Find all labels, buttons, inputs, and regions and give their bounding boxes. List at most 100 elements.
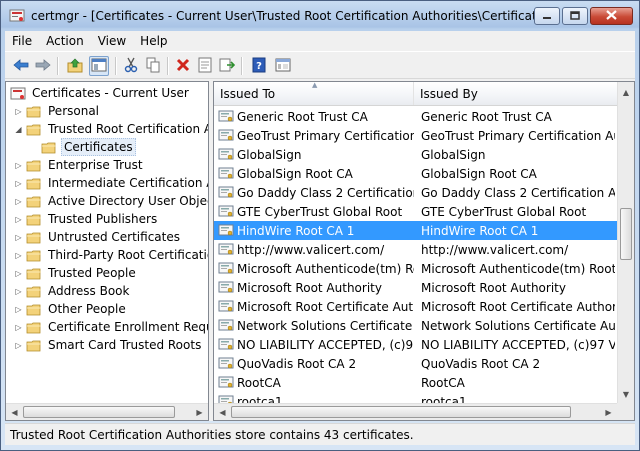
list-vertical-scrollbar[interactable]: ▲ ▼ bbox=[617, 82, 634, 404]
menu-bar: File Action View Help bbox=[5, 31, 635, 51]
window-title: certmgr - [Certificates - Current User\T… bbox=[31, 9, 555, 23]
list-hscroll-thumb[interactable] bbox=[231, 406, 571, 418]
certificate-row[interactable]: http://www.valicert.com/http://www.valic… bbox=[214, 240, 617, 259]
folder-icon bbox=[26, 195, 42, 208]
list-scroll-right-icon[interactable]: ▶ bbox=[600, 404, 617, 420]
expand-arrow-icon[interactable]: ▷ bbox=[14, 197, 23, 206]
cut-icon bbox=[123, 57, 139, 76]
expand-arrow-icon[interactable]: ▷ bbox=[14, 323, 23, 332]
scroll-right-icon[interactable]: ▶ bbox=[191, 404, 208, 420]
maximize-icon bbox=[570, 9, 580, 23]
certificate-row[interactable]: Generic Root Trust CA Generic Root Trust … bbox=[214, 107, 617, 126]
certificate-row[interactable]: GeoTrust Primary Certification ... GeoTru… bbox=[214, 126, 617, 145]
tree-item[interactable]: ▷ Untrusted Certificates bbox=[14, 228, 182, 246]
help-button[interactable]: ? bbox=[249, 56, 269, 76]
cut-button[interactable] bbox=[121, 56, 141, 76]
column-issued-to-label: Issued To bbox=[220, 87, 276, 101]
close-button[interactable] bbox=[590, 7, 633, 25]
tree-item-label: Certificate Enrollment Reques bbox=[48, 320, 208, 334]
back-button[interactable] bbox=[11, 56, 31, 76]
folder-icon bbox=[26, 339, 42, 352]
sort-ascending-icon: ▲ bbox=[312, 81, 318, 89]
certificate-row[interactable]: GTE CyberTrust Global Root GTE CyberTrust… bbox=[214, 202, 617, 221]
tree-item[interactable]: ▷ Third-Party Root Certification bbox=[14, 246, 208, 264]
export-list-icon bbox=[219, 57, 236, 76]
expand-arrow-icon[interactable]: ▷ bbox=[14, 305, 23, 314]
issued-to-text: Microsoft Root Certificate Auth... bbox=[237, 299, 414, 314]
collapse-arrow-icon[interactable]: ◢ bbox=[14, 125, 23, 134]
tree-root[interactable]: Certificates - Current User bbox=[10, 84, 191, 102]
certificate-list-pane: ▲ Issued To Issued By Generic Root Trust… bbox=[213, 81, 635, 421]
tree-item[interactable]: ▷ Enterprise Trust bbox=[14, 156, 145, 174]
menu-action[interactable]: Action bbox=[39, 34, 91, 48]
tree-item-label: Trusted Root Certification Au bbox=[48, 122, 208, 136]
tree-item[interactable]: ▷ Personal bbox=[14, 102, 101, 120]
certificate-row[interactable]: HindWire Root CA 1 HindWire Root CA 1 bbox=[214, 221, 617, 240]
tree-item[interactable]: ▷ Intermediate Certification Au bbox=[14, 174, 208, 192]
title-bar[interactable]: certmgr - [Certificates - Current User\T… bbox=[1, 1, 639, 31]
column-issued-to[interactable]: ▲ Issued To bbox=[214, 82, 414, 105]
properties-button[interactable] bbox=[195, 56, 215, 76]
mmc-view-button[interactable] bbox=[273, 56, 293, 76]
show-hide-tree-button[interactable] bbox=[89, 56, 109, 76]
tree-item[interactable]: ▷ Smart Card Trusted Roots bbox=[14, 336, 203, 354]
menu-help[interactable]: Help bbox=[133, 34, 174, 48]
expand-arrow-icon[interactable]: ▷ bbox=[14, 107, 23, 116]
tree-item[interactable]: ▷ Other People bbox=[14, 300, 128, 318]
properties-icon bbox=[197, 57, 213, 76]
expand-arrow-icon[interactable]: ▷ bbox=[14, 341, 23, 350]
expand-arrow-icon[interactable]: ▷ bbox=[14, 269, 23, 278]
certificate-row[interactable]: GlobalSign GlobalSign bbox=[214, 145, 617, 164]
menu-view[interactable]: View bbox=[91, 34, 133, 48]
up-one-level-button[interactable] bbox=[65, 56, 85, 76]
list-scroll-left-icon[interactable]: ◀ bbox=[214, 404, 231, 420]
minimize-button[interactable] bbox=[534, 7, 560, 25]
expand-arrow-icon[interactable]: ▷ bbox=[14, 287, 23, 296]
expand-arrow-icon[interactable]: ▷ bbox=[14, 179, 23, 188]
expand-arrow-icon[interactable]: ▷ bbox=[14, 215, 23, 224]
issued-to-text: Generic Root Trust CA bbox=[237, 109, 368, 124]
tree-item-label: Intermediate Certification Au bbox=[48, 176, 208, 190]
issued-to-cell: GTE CyberTrust Global Root bbox=[218, 205, 414, 219]
tree-horizontal-scrollbar[interactable]: ◀ ▶ bbox=[6, 403, 208, 420]
tree-item[interactable]: ▷ Trusted People bbox=[14, 264, 138, 282]
certificate-row[interactable]: Network Solutions Certificate A... Networ… bbox=[214, 316, 617, 335]
certificate-row[interactable]: Microsoft Authenticode(tm) Ro... Microsof… bbox=[214, 259, 617, 278]
main-content: Certificates - Current User ▷ Personal ◢ Tr… bbox=[5, 79, 635, 421]
certificate-row[interactable]: NO LIABILITY ACCEPTED, (c)97 ... NO LIABI… bbox=[214, 335, 617, 354]
maximize-button[interactable] bbox=[562, 7, 588, 25]
certificate-row[interactable]: Microsoft Root Certificate Auth... Micros… bbox=[214, 297, 617, 316]
list-scroll-thumb[interactable] bbox=[620, 208, 632, 260]
tree-item[interactable]: ▷ Certificate Enrollment Reques bbox=[14, 318, 208, 336]
column-issued-by[interactable]: Issued By bbox=[414, 82, 617, 105]
minimize-icon bbox=[542, 9, 552, 23]
scroll-left-icon[interactable]: ◀ bbox=[6, 404, 23, 420]
certificate-row[interactable]: RootCA RootCA bbox=[214, 373, 617, 392]
expand-arrow-icon[interactable]: ▷ bbox=[14, 233, 23, 242]
scroll-up-icon[interactable]: ▲ bbox=[618, 84, 634, 100]
menu-file[interactable]: File bbox=[5, 34, 39, 48]
copy-button[interactable] bbox=[143, 56, 163, 76]
certificate-row[interactable]: GlobalSign Root CA GlobalSign Root CA bbox=[214, 164, 617, 183]
certificate-row[interactable]: Go Daddy Class 2 Certification ... Go Dad… bbox=[214, 183, 617, 202]
delete-button[interactable] bbox=[173, 56, 193, 76]
export-list-button[interactable] bbox=[217, 56, 237, 76]
list-horizontal-scrollbar[interactable]: ◀ ▶ bbox=[214, 403, 617, 420]
close-icon bbox=[606, 9, 617, 23]
certificate-row[interactable]: Microsoft Root Authority Microsoft Root A… bbox=[214, 278, 617, 297]
expand-arrow-icon[interactable]: ▷ bbox=[14, 251, 23, 260]
tree-item[interactable]: ▷ Address Book bbox=[14, 282, 131, 300]
tree-item-label: Other People bbox=[48, 302, 126, 316]
forward-button[interactable] bbox=[33, 56, 53, 76]
tree-item-label: Enterprise Trust bbox=[48, 158, 143, 172]
tree-item[interactable]: ▷ Trusted Publishers bbox=[14, 210, 159, 228]
issued-to-text: GlobalSign bbox=[237, 147, 302, 162]
scroll-down-icon[interactable]: ▼ bbox=[618, 386, 634, 402]
certificate-row[interactable]: QuoVadis Root CA 2 QuoVadis Root CA 2 bbox=[214, 354, 617, 373]
expand-arrow-icon[interactable]: ▷ bbox=[14, 161, 23, 170]
tree-item[interactable]: ◢ Trusted Root Certification Au bbox=[14, 120, 208, 138]
tree-item-label: Smart Card Trusted Roots bbox=[48, 338, 202, 352]
tree-item[interactable]: ▷ Active Directory User Object bbox=[14, 192, 208, 210]
tree-scroll-thumb[interactable] bbox=[23, 406, 175, 418]
tree-item[interactable]: Certificates bbox=[38, 138, 136, 156]
